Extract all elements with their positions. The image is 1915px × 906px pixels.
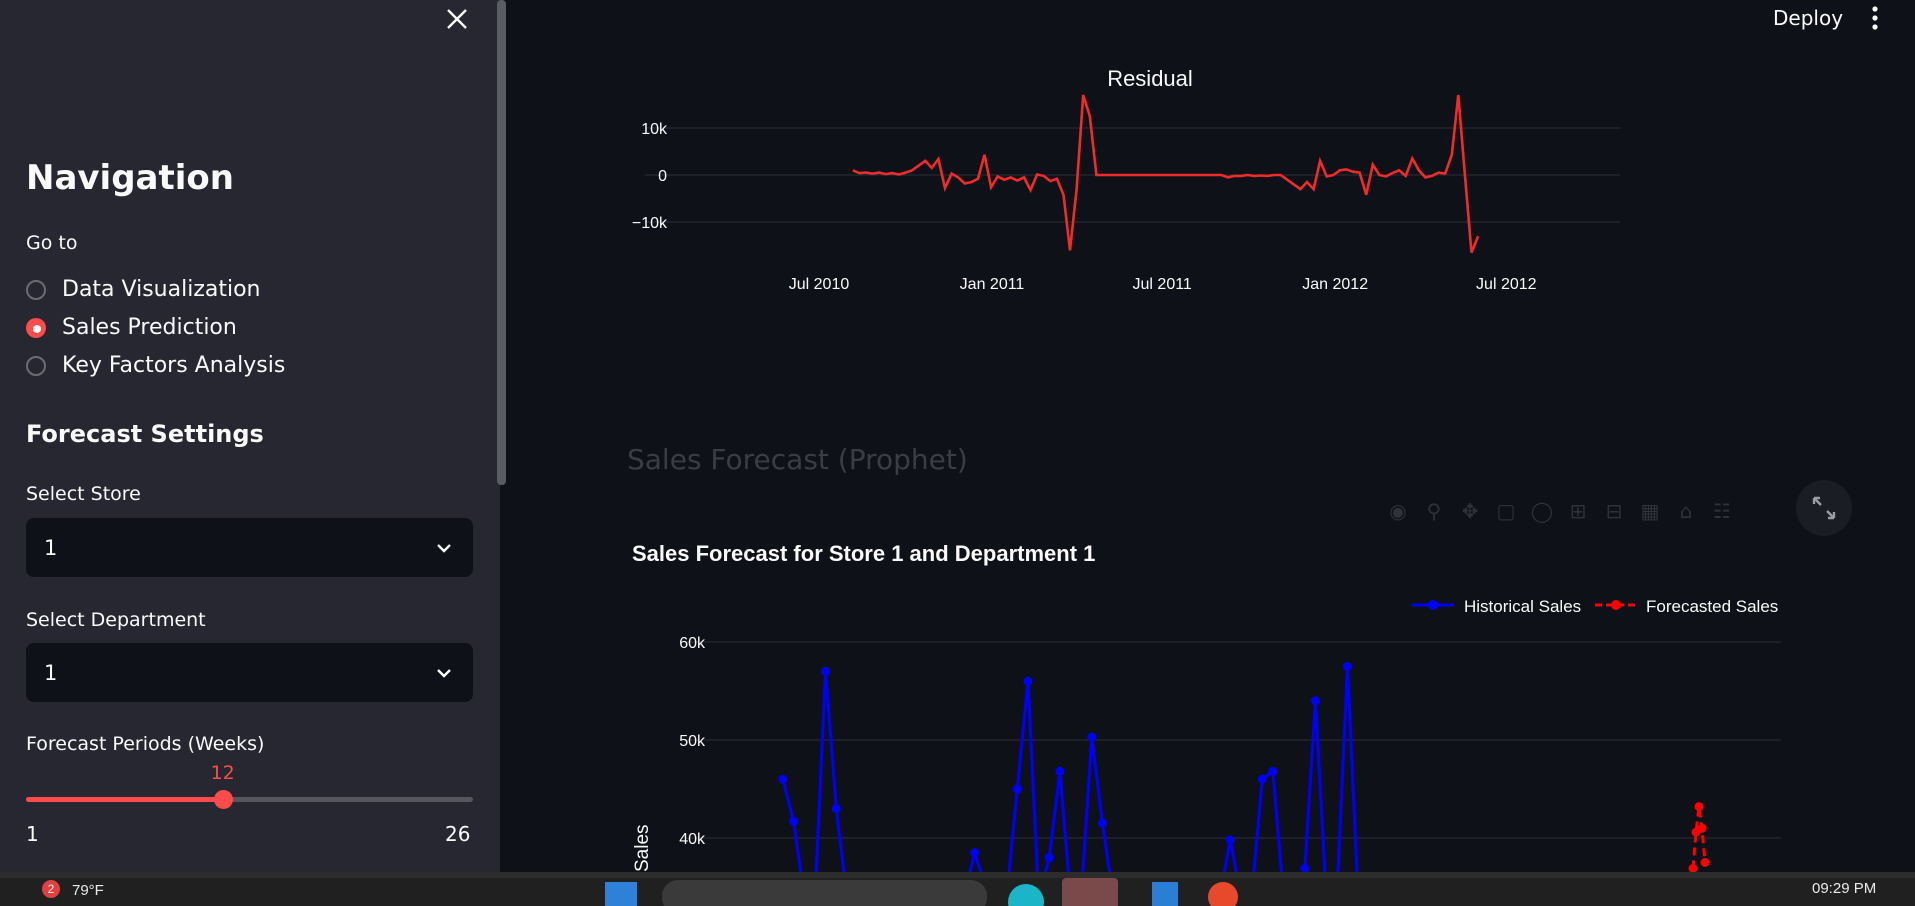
app-icon[interactable] — [1208, 882, 1238, 906]
department-label: Select Department — [26, 609, 206, 631]
fullscreen-button[interactable] — [1796, 480, 1852, 536]
hover-icon[interactable]: ☷ — [1709, 498, 1735, 524]
residual-y-tick: 10k — [641, 121, 668, 138]
active-app-icon[interactable] — [1062, 878, 1118, 906]
windows-start-icon[interactable] — [605, 882, 637, 906]
legend-historical-marker — [1428, 600, 1438, 610]
radio-button[interactable] — [26, 355, 46, 376]
forecast-chart-title: Sales Forecast for Store 1 and Departmen… — [632, 541, 1095, 566]
historical-sales-point — [1023, 676, 1033, 686]
historical-sales-point — [1342, 662, 1352, 671]
forecasted-sales-point — [1694, 802, 1704, 812]
department-select-value: 1 — [44, 660, 58, 685]
residual-x-tick: Jul 2012 — [1476, 276, 1537, 293]
zoom-out-icon[interactable]: ⊟ — [1601, 498, 1627, 524]
autoscale-icon[interactable]: ▦ — [1637, 498, 1663, 524]
expand-icon — [1812, 496, 1836, 520]
historical-sales-point — [1098, 818, 1107, 828]
home-icon[interactable]: ⌂ — [1673, 498, 1699, 524]
residual-x-tick: Jul 2010 — [789, 276, 850, 293]
nav-option-label: Key Factors Analysis — [62, 353, 286, 378]
historical-sales-point — [1044, 853, 1054, 863]
legend-forecast-marker — [1611, 600, 1621, 610]
historical-sales-point — [1087, 732, 1097, 742]
slider-thumb[interactable] — [213, 790, 233, 809]
forecast-y-tick: 60k — [679, 635, 706, 652]
forecasted-sales-point — [1688, 863, 1698, 872]
notification-badge: 2 — [42, 880, 60, 898]
forecast-y-tick: 50k — [679, 733, 706, 750]
forecasted-sales-point — [1700, 858, 1710, 867]
chart-modebar: ◉ ⚲ ✥ ▢ ◯ ⊞ ⊟ ▦ ⌂ ☷ — [1385, 498, 1735, 524]
forecast-y-axis-label: Sales — [632, 824, 653, 872]
department-select[interactable]: 1 — [26, 643, 473, 702]
zoom-in-icon[interactable]: ⊞ — [1565, 498, 1591, 524]
historical-sales-point — [821, 666, 831, 676]
historical-sales-point — [1055, 766, 1065, 776]
radio-button-selected[interactable] — [26, 317, 46, 338]
residual-x-tick: Jan 2011 — [960, 276, 1025, 293]
store-label: Select Store — [26, 483, 141, 505]
forecasted-sales-point — [1691, 827, 1701, 837]
historical-sales-point — [1225, 835, 1235, 845]
store-select-value: 1 — [44, 535, 58, 560]
vscode-app-icon[interactable] — [1152, 882, 1178, 906]
forecast-periods-slider[interactable] — [26, 790, 473, 809]
residual-y-tick: −10k — [632, 215, 668, 232]
historical-sales-point — [831, 804, 841, 814]
edge-app-icon[interactable] — [1008, 884, 1044, 906]
residual-chart: Residual 10k 0 −10k Jul 2010 Jan 2011 Jul 20… — [632, 66, 1620, 293]
slider-fill — [26, 797, 223, 802]
camera-icon[interactable]: ◉ — [1385, 498, 1411, 524]
historical-sales-point — [1300, 863, 1310, 872]
pan-icon[interactable]: ✥ — [1457, 498, 1483, 524]
nav-option-sales-prediction[interactable]: Sales Prediction — [26, 315, 237, 340]
historical-sales-point — [1311, 696, 1320, 706]
forecast-y-tick: 40k — [679, 831, 706, 848]
weather-temp[interactable]: 79°F — [72, 882, 104, 899]
residual-chart-title: Residual — [1107, 66, 1193, 91]
forecasted-sales-line — [1691, 806, 1707, 869]
chevron-down-icon — [437, 543, 451, 553]
historical-sales-point — [789, 816, 799, 826]
legend-historical-label: Historical Sales — [1464, 597, 1581, 616]
store-select[interactable]: 1 — [26, 518, 473, 577]
legend: Historical Sales Forecasted Sales — [1412, 597, 1778, 616]
historical-sales-point — [970, 848, 980, 858]
taskbar-search[interactable] — [662, 880, 987, 906]
residual-y-tick: 0 — [658, 168, 667, 185]
os-taskbar: 2 79°F 09:29 PM — [0, 872, 1915, 906]
historical-sales-line — [781, 666, 1359, 872]
residual-series-line — [852, 94, 1480, 254]
historical-sales-point — [778, 774, 788, 784]
nav-option-label: Sales Prediction — [62, 315, 237, 340]
legend-forecast-label: Forecasted Sales — [1646, 597, 1778, 616]
chevron-down-icon — [437, 668, 451, 678]
forecasted-sales-point — [1697, 823, 1707, 833]
lasso-icon[interactable]: ◯ — [1529, 498, 1555, 524]
slider-min: 1 — [26, 822, 39, 846]
historical-sales-point — [1012, 784, 1022, 794]
slider-value: 12 — [210, 762, 235, 784]
box-select-icon[interactable]: ▢ — [1493, 498, 1519, 524]
forecast-periods-label: Forecast Periods (Weeks) — [26, 733, 265, 755]
clock-time: 09:29 PM — [1812, 880, 1877, 897]
section-title: Sales Forecast (Prophet) — [627, 443, 968, 476]
residual-x-tick: Jan 2012 — [1302, 276, 1368, 293]
slider-max: 26 — [445, 822, 471, 846]
zoom-icon[interactable]: ⚲ — [1421, 498, 1447, 524]
forecast-settings-title: Forecast Settings — [26, 420, 264, 448]
historical-sales-point — [1257, 774, 1267, 784]
nav-option-key-factors[interactable]: Key Factors Analysis — [26, 353, 285, 378]
historical-sales-point — [1268, 766, 1278, 776]
residual-x-tick: Jul 2011 — [1133, 276, 1192, 293]
